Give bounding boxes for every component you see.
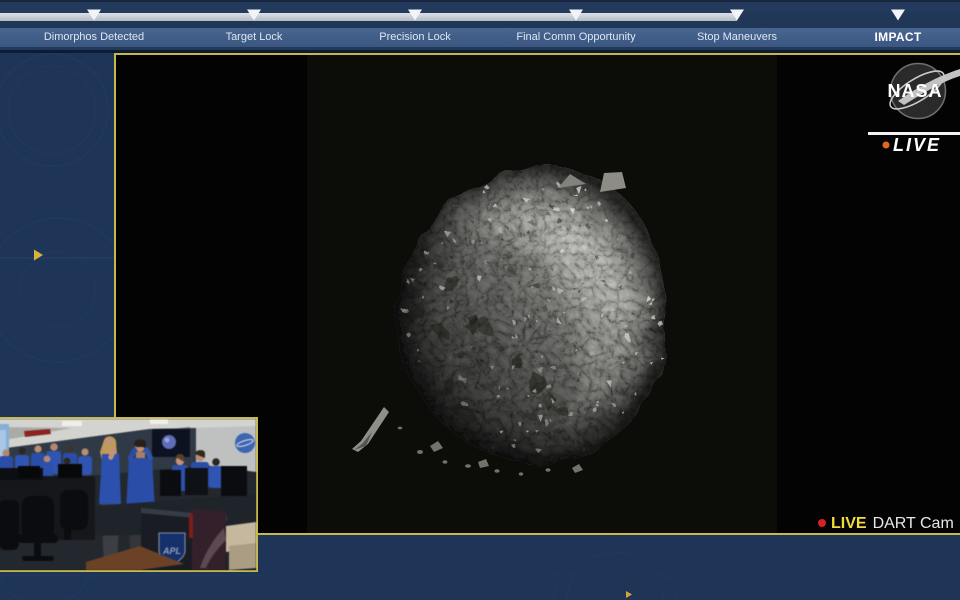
svg-text:NASA: NASA <box>887 81 942 101</box>
svg-text:LIVE: LIVE <box>893 135 941 155</box>
svg-text:APL: APL <box>162 546 181 556</box>
